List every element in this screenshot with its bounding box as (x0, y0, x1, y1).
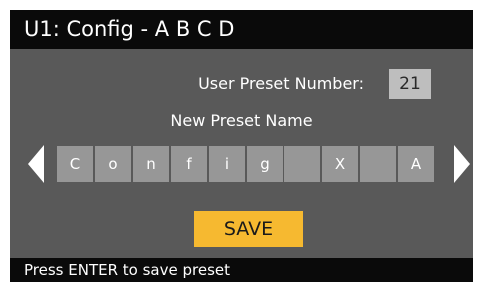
char-cell[interactable] (284, 146, 320, 182)
status-bar: Press ENTER to save preset (10, 258, 473, 282)
char-cell[interactable]: X (322, 146, 358, 182)
char-cell[interactable]: g (247, 146, 283, 182)
char-cell[interactable]: C (57, 146, 93, 182)
page-title: U1: Config - A B C D (24, 17, 235, 41)
preset-number-label: User Preset Number: (198, 74, 364, 93)
char-cell[interactable]: f (171, 146, 207, 182)
char-cell[interactable] (360, 146, 396, 182)
device-screen: U1: Config - A B C D User Preset Number:… (10, 10, 473, 282)
left-arrow-icon[interactable] (28, 145, 44, 183)
preset-number-field[interactable]: 21 (389, 69, 431, 99)
title-bar: U1: Config - A B C D (10, 10, 473, 49)
save-button[interactable]: SAVE (194, 211, 303, 247)
status-text: Press ENTER to save preset (24, 261, 230, 279)
char-cell[interactable]: n (133, 146, 169, 182)
char-cell[interactable]: i (209, 146, 245, 182)
preset-name-label: New Preset Name (170, 111, 313, 130)
char-cell[interactable]: A (398, 146, 434, 182)
char-cell[interactable]: o (95, 146, 131, 182)
right-arrow-icon[interactable] (454, 145, 470, 183)
